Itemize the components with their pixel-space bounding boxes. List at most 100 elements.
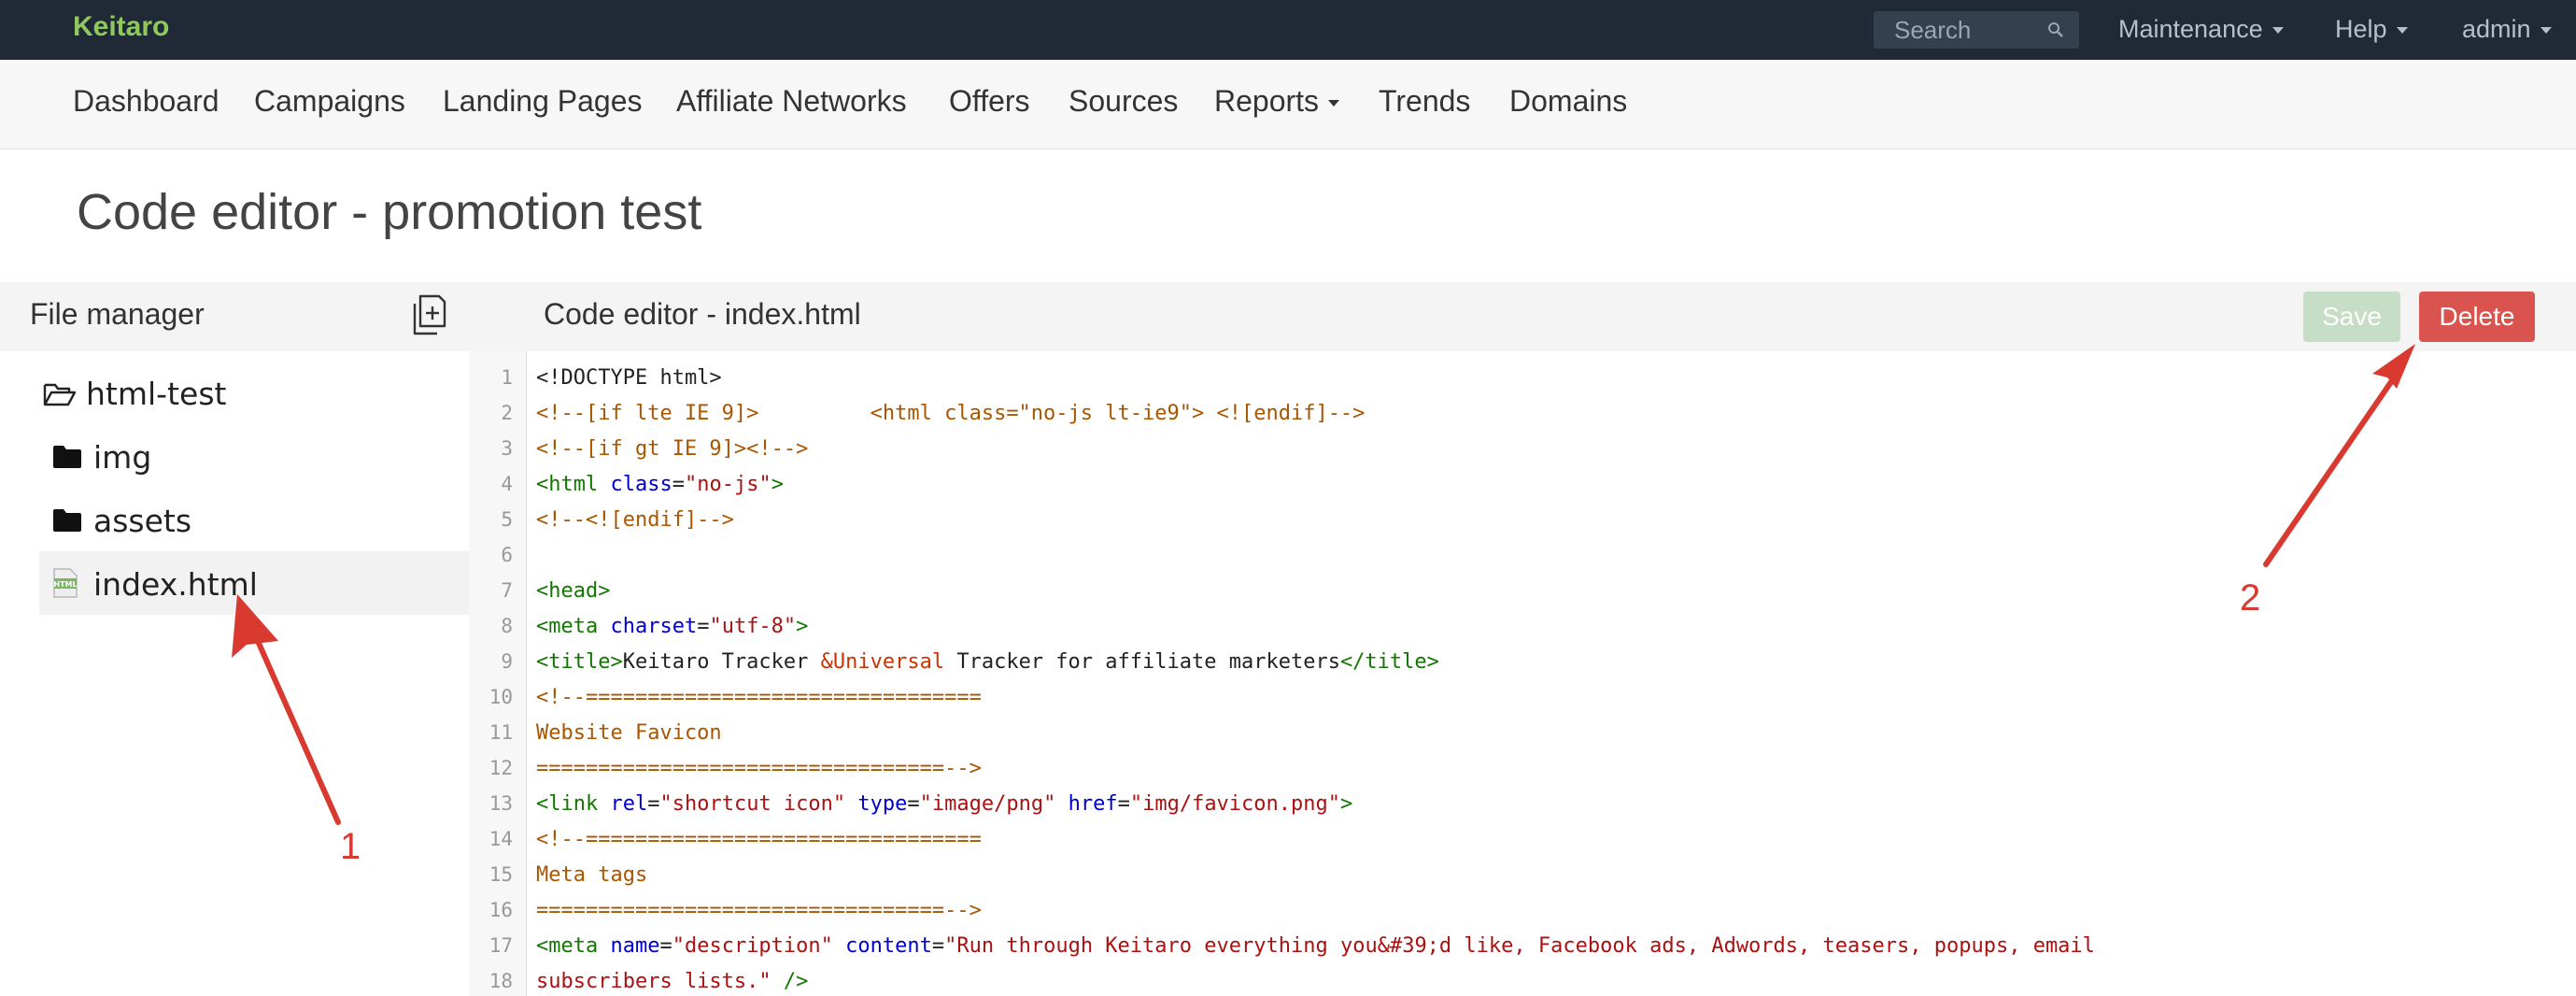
line-number: 5	[501, 508, 513, 531]
nav-offers[interactable]: Offers	[949, 84, 1030, 119]
nav-trends[interactable]: Trends	[1379, 84, 1470, 119]
code-token: href	[1068, 792, 1118, 816]
admin-menu-label: admin	[2462, 15, 2531, 43]
new-file-icon[interactable]	[411, 294, 446, 335]
code-token: content	[845, 934, 932, 958]
line-number: 17	[488, 934, 513, 957]
code-line: subscribers lists." />	[536, 970, 808, 993]
nav-reports-label: Reports	[1214, 84, 1320, 118]
code-token: <link	[536, 792, 611, 816]
code-token: "Run through Keitaro everything you&#39;…	[944, 934, 2095, 958]
code-token: =	[931, 934, 945, 958]
caret-down-icon	[2396, 27, 2408, 35]
nav-landing-pages[interactable]: Landing Pages	[443, 84, 643, 119]
nav-affiliate-networks[interactable]: Affiliate Networks	[676, 84, 907, 119]
code-token: >	[796, 615, 809, 638]
code-token: rel	[610, 792, 648, 816]
line-number: 4	[501, 473, 513, 495]
tree-item-html-test[interactable]: html-test	[39, 361, 469, 424]
code-line: <link rel="shortcut icon" type="image/pn…	[536, 792, 1352, 816]
panel-header-bar	[0, 282, 2576, 351]
help-menu[interactable]: Help	[2335, 15, 2408, 44]
tree-item-assets[interactable]: assets	[39, 488, 469, 551]
line-number: 8	[501, 615, 513, 637]
tree-item-label: assets	[93, 503, 192, 539]
line-number: 3	[501, 437, 513, 460]
caret-down-icon	[2272, 27, 2284, 35]
brand-logo[interactable]: Keitaro	[73, 11, 169, 43]
maintenance-menu[interactable]: Maintenance	[2118, 15, 2284, 44]
main-nav: Dashboard Campaigns Landing Pages Affili…	[0, 60, 2576, 149]
code-token: <!--<![endif]-->	[536, 508, 734, 532]
nav-domains[interactable]: Domains	[1509, 84, 1627, 119]
code-token: =	[672, 473, 685, 496]
line-number: 18	[488, 970, 513, 992]
code-line: <!--<![endif]-->	[536, 508, 734, 532]
code-line: Website Favicon	[536, 721, 722, 745]
search-input[interactable]: Search	[1894, 16, 1971, 45]
search-box[interactable]: Search	[1874, 11, 2079, 49]
annotation-label-2: 2	[2240, 577, 2261, 619]
code-token: &Universal	[820, 650, 945, 674]
top-navbar: Keitaro Search Maintenance Help admin	[0, 0, 2576, 60]
code-token: Website Favicon	[536, 721, 722, 745]
line-number: 2	[501, 402, 513, 424]
nav-dashboard[interactable]: Dashboard	[73, 84, 219, 119]
admin-menu[interactable]: admin	[2462, 15, 2552, 44]
code-line: <html class="no-js">	[536, 473, 784, 496]
delete-button[interactable]: Delete	[2419, 292, 2535, 342]
code-token: =	[647, 792, 660, 816]
code-token: >	[771, 473, 784, 496]
code-line: =================================-->	[536, 899, 982, 922]
code-token: =	[697, 615, 710, 638]
code-token: "description"	[672, 934, 833, 958]
page-title: Code editor - promotion test	[77, 184, 702, 240]
code-token: <meta	[536, 934, 611, 958]
nav-sources[interactable]: Sources	[1069, 84, 1178, 119]
code-token: "img/favicon.png"	[1129, 792, 1341, 816]
code-token: Tracker for affiliate marketers	[944, 650, 1340, 674]
code-token: "image/png"	[919, 792, 1056, 816]
code-token: class	[610, 473, 672, 496]
nav-campaigns[interactable]: Campaigns	[254, 84, 405, 119]
html-file-badge: HTML	[53, 580, 77, 589]
tree-item-label: html-test	[86, 376, 227, 412]
code-token: <!--[if lte IE 9]> <html class="no-js lt…	[536, 402, 1366, 425]
code-line: =================================-->	[536, 757, 982, 780]
folder-icon	[53, 509, 81, 532]
code-token: =	[907, 792, 920, 816]
code-line: Meta tags	[536, 863, 647, 887]
tree-item-label: img	[93, 439, 152, 476]
code-token: =================================-->	[536, 757, 982, 780]
tree-item-img[interactable]: img	[39, 424, 469, 488]
code-token: Keitaro Tracker	[622, 650, 821, 674]
save-button[interactable]: Save	[2303, 292, 2400, 342]
caret-down-icon	[2540, 27, 2552, 35]
line-number: 7	[501, 579, 513, 602]
code-editor-area[interactable]: <!DOCTYPE html> <!--[if lte IE 9]> <html …	[536, 351, 2576, 996]
html-file-icon: HTML	[53, 568, 78, 598]
line-number: 14	[488, 828, 513, 850]
folder-open-icon	[43, 383, 77, 406]
code-token: =	[1117, 792, 1130, 816]
code-token: <!--[if gt IE 9]><!-->	[536, 437, 809, 461]
code-line: <!--[if gt IE 9]><!-->	[536, 437, 808, 461]
nav-reports[interactable]: Reports	[1214, 84, 1340, 119]
code-token: =	[659, 934, 672, 958]
code-editor-title: Code editor - index.html	[544, 297, 861, 331]
tree-item-index-html[interactable]: HTML index.html	[39, 551, 469, 615]
code-token: </title>	[1339, 650, 1439, 674]
code-line: <meta name="description" content="Run th…	[536, 934, 2095, 958]
code-line: <!--[if lte IE 9]> <html class="no-js lt…	[536, 402, 1365, 425]
folder-icon	[53, 446, 81, 468]
code-token: >	[1340, 792, 1353, 816]
file-tree: html-test img assets HTML index.html	[30, 351, 469, 996]
code-line: <!--================================	[536, 828, 982, 851]
code-token: =================================-->	[536, 899, 982, 922]
line-number: 11	[488, 721, 513, 744]
line-number: 6	[501, 544, 513, 566]
line-number: 1	[501, 366, 513, 389]
